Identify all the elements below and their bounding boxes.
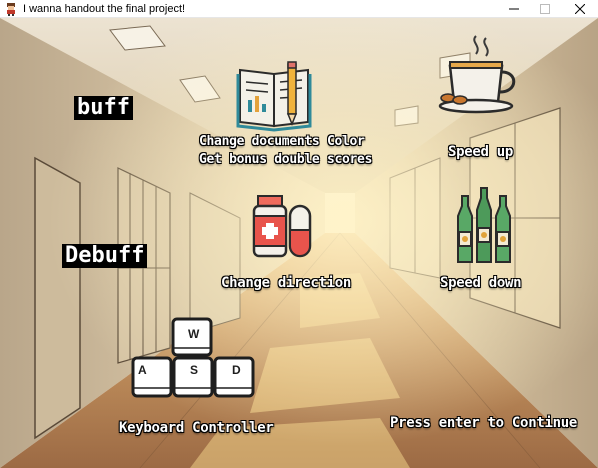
coffee-cup-icon — [438, 35, 516, 114]
bottles-label: Speed down — [440, 275, 522, 291]
keyboard-controller-label: Keyboard Controller — [119, 420, 274, 436]
medicine-pills-icon — [252, 195, 312, 258]
key-w: W — [188, 327, 200, 341]
close-icon — [575, 4, 585, 14]
game-scene[interactable]: buff Debuff Change documents Color Get b… — [0, 18, 598, 468]
pills-label: Change direction — [221, 275, 352, 291]
window-title: I wanna handout the final project! — [23, 2, 186, 15]
maximize-icon — [540, 4, 550, 14]
documents-label-line2: Get bonus double scores — [199, 152, 373, 167]
coffee-label: Speed up — [448, 144, 514, 160]
documents-label-line1: Change documents Color — [199, 134, 365, 149]
debuff-heading: Debuff — [62, 244, 148, 268]
app-character-icon — [7, 2, 15, 16]
key-a: A — [138, 363, 147, 377]
key-d: D — [232, 363, 241, 377]
beer-bottles-icon — [457, 187, 511, 263]
close-button[interactable] — [563, 0, 597, 18]
maximize-button[interactable] — [528, 0, 562, 18]
book-pencil-icon — [236, 61, 312, 132]
wasd-keys-icon: W A S D — [131, 317, 255, 398]
minimize-button[interactable] — [497, 0, 531, 18]
key-s: S — [190, 363, 198, 377]
minimize-icon — [509, 8, 519, 10]
buff-heading: buff — [74, 96, 133, 120]
press-enter-prompt[interactable]: Press enter to Continue — [390, 415, 577, 431]
